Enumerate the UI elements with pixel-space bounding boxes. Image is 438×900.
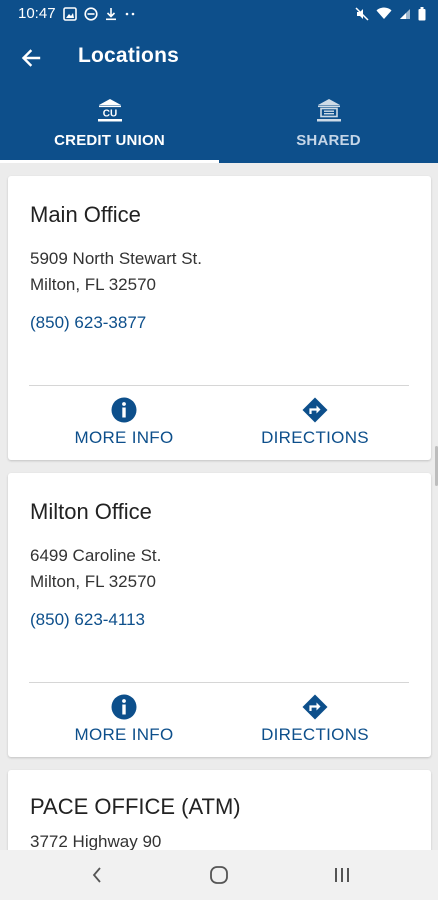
more-info-button[interactable]: MORE INFO [54, 397, 194, 448]
directions-button[interactable]: DIRECTIONS [245, 694, 385, 745]
gallery-notification-icon [62, 6, 77, 21]
nav-recents-button[interactable] [329, 863, 355, 887]
selected-tab-indicator [0, 160, 219, 163]
directions-label: DIRECTIONS [261, 428, 369, 447]
location-name: Milton Office [30, 499, 152, 524]
location-card: Milton Office 6499 Caroline St. Milton, … [8, 473, 431, 757]
location-address-line1: 5909 North Stewart St. [30, 249, 202, 268]
status-bar: 10:47 [0, 0, 438, 27]
directions-icon [302, 694, 328, 720]
arrow-back-icon [21, 49, 41, 67]
directions-button[interactable]: DIRECTIONS [245, 397, 385, 448]
credit-union-icon: CU [97, 99, 122, 122]
directions-icon [302, 397, 328, 423]
location-card: Main Office 5909 North Stewart St. Milto… [8, 176, 431, 460]
location-name: PACE OFFICE (ATM) [30, 794, 241, 819]
location-address-line2: Milton, FL 32570 [30, 572, 156, 591]
system-navigation-bar [0, 850, 438, 900]
card-divider [29, 385, 409, 386]
directions-label: DIRECTIONS [261, 725, 369, 744]
status-time: 10:47 [18, 5, 56, 22]
wifi-icon [376, 7, 392, 19]
more-info-button[interactable]: MORE INFO [54, 694, 194, 745]
bank-icon [316, 99, 341, 122]
signal-icon [400, 8, 410, 19]
tab-label: SHARED [296, 132, 361, 149]
chevron-left-icon [92, 867, 101, 883]
more-info-label: MORE INFO [74, 428, 174, 447]
do-not-disturb-icon [83, 6, 98, 21]
tab-label: CREDIT UNION [54, 132, 165, 149]
location-address-line1: 6499 Caroline St. [30, 546, 162, 565]
location-address-line1: 3772 Highway 90 [30, 832, 162, 851]
location-phone-link[interactable]: (850) 623-4113 [30, 610, 145, 630]
app-bar: Locations CU CREDIT UNION SHARED [0, 27, 438, 163]
more-notifications-icon [125, 12, 134, 15]
recents-icon [335, 868, 349, 882]
info-icon [111, 397, 137, 423]
back-button[interactable] [14, 41, 48, 75]
nav-back-button[interactable] [84, 863, 110, 887]
battery-icon [418, 6, 426, 20]
download-icon [105, 7, 116, 20]
location-phone-link[interactable]: (850) 623-3877 [30, 313, 146, 333]
mute-icon [355, 6, 369, 21]
svg-text:CU: CU [102, 109, 116, 120]
page-title: Locations [78, 44, 179, 67]
nav-home-button[interactable] [206, 863, 232, 887]
location-name: Main Office [30, 202, 141, 227]
card-divider [29, 682, 409, 683]
home-circle-icon [210, 866, 228, 884]
tab-credit-union[interactable]: CU CREDIT UNION [0, 93, 219, 163]
location-address-line2: Milton, FL 32570 [30, 275, 156, 294]
tab-shared[interactable]: SHARED [219, 93, 438, 163]
info-icon [111, 694, 137, 720]
more-info-label: MORE INFO [74, 725, 174, 744]
